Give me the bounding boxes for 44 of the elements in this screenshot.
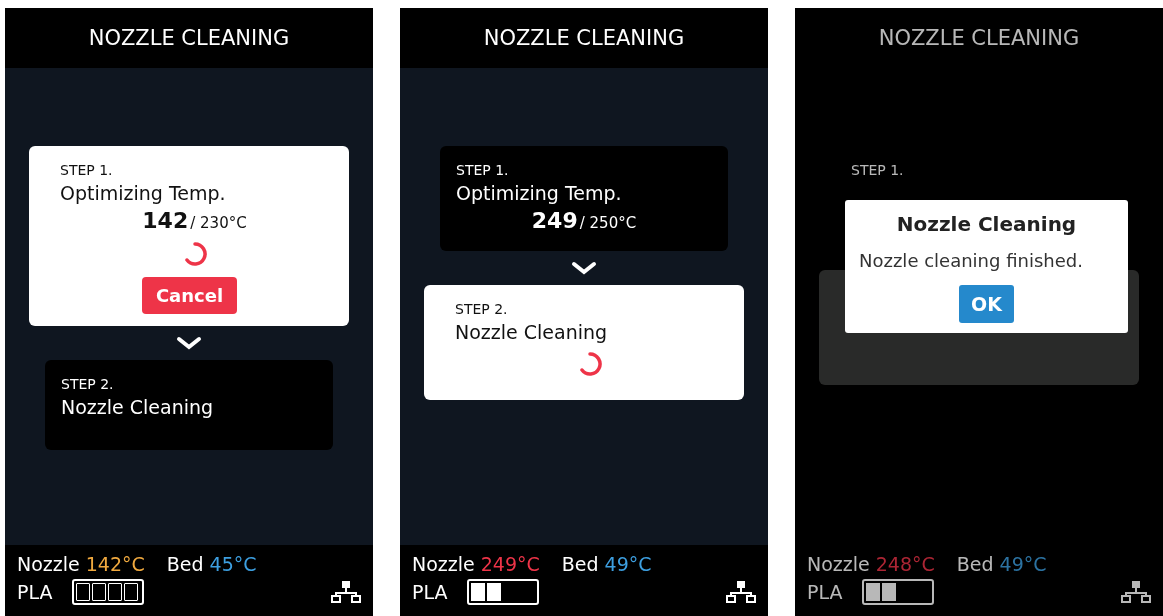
step-label: STEP 2. — [61, 376, 114, 392]
nozzle-temperature: 142°C — [85, 553, 145, 575]
target-temperature: / 230°C — [190, 214, 247, 232]
step-label: STEP 1. — [851, 162, 904, 178]
empty-segment — [92, 583, 107, 601]
current-temperature: 142 — [142, 208, 189, 233]
nozzle-label: Nozzle — [17, 553, 80, 575]
target-temperature: / 250°C — [579, 214, 637, 232]
cancel-button[interactable]: Cancel — [141, 277, 238, 314]
network-icon — [331, 581, 361, 603]
step-title: Nozzle Cleaning — [61, 396, 214, 418]
material-label: PLA — [807, 581, 843, 603]
bed-label: Bed — [166, 553, 204, 575]
dialog-title: Nozzle Cleaning — [896, 212, 1077, 236]
bed-label: Bed — [561, 553, 599, 575]
nozzle-temperature: 249°C — [480, 553, 540, 575]
network-icon — [1121, 581, 1151, 603]
step-title: Nozzle Cleaning — [455, 321, 608, 343]
bed-label: Bed — [956, 553, 994, 575]
ok-button[interactable]: OK — [959, 285, 1014, 323]
bed-temperature: 49°C — [999, 553, 1047, 575]
material-label: PLA — [17, 581, 53, 603]
nozzle-label: Nozzle — [807, 553, 870, 575]
bed-temperature: 45°C — [209, 553, 257, 575]
step-label: STEP 1. — [60, 162, 113, 178]
screen-title: NOZZLE CLEANING — [877, 25, 1081, 52]
dialog-message: Nozzle cleaning finished. — [859, 250, 1083, 271]
empty-segment — [124, 583, 139, 601]
nozzle-temperature: 248°C — [875, 553, 935, 575]
chevron-down-icon — [571, 261, 597, 275]
network-icon — [726, 581, 756, 603]
step-title: Optimizing Temp. — [60, 182, 226, 204]
screen-title: NOZZLE CLEANING — [482, 25, 686, 52]
bed-temperature: 49°C — [604, 553, 652, 575]
nozzle-label: Nozzle — [412, 553, 475, 575]
chevron-down-icon — [176, 336, 202, 350]
empty-segment — [108, 583, 123, 601]
current-temperature: 249 — [531, 208, 578, 233]
step-label: STEP 1. — [456, 162, 509, 178]
material-label: PLA — [412, 581, 448, 603]
step-title: Optimizing Temp. — [456, 182, 622, 204]
step-label: STEP 2. — [455, 301, 508, 317]
screen-title: NOZZLE CLEANING — [87, 25, 291, 52]
empty-segment — [76, 583, 91, 601]
